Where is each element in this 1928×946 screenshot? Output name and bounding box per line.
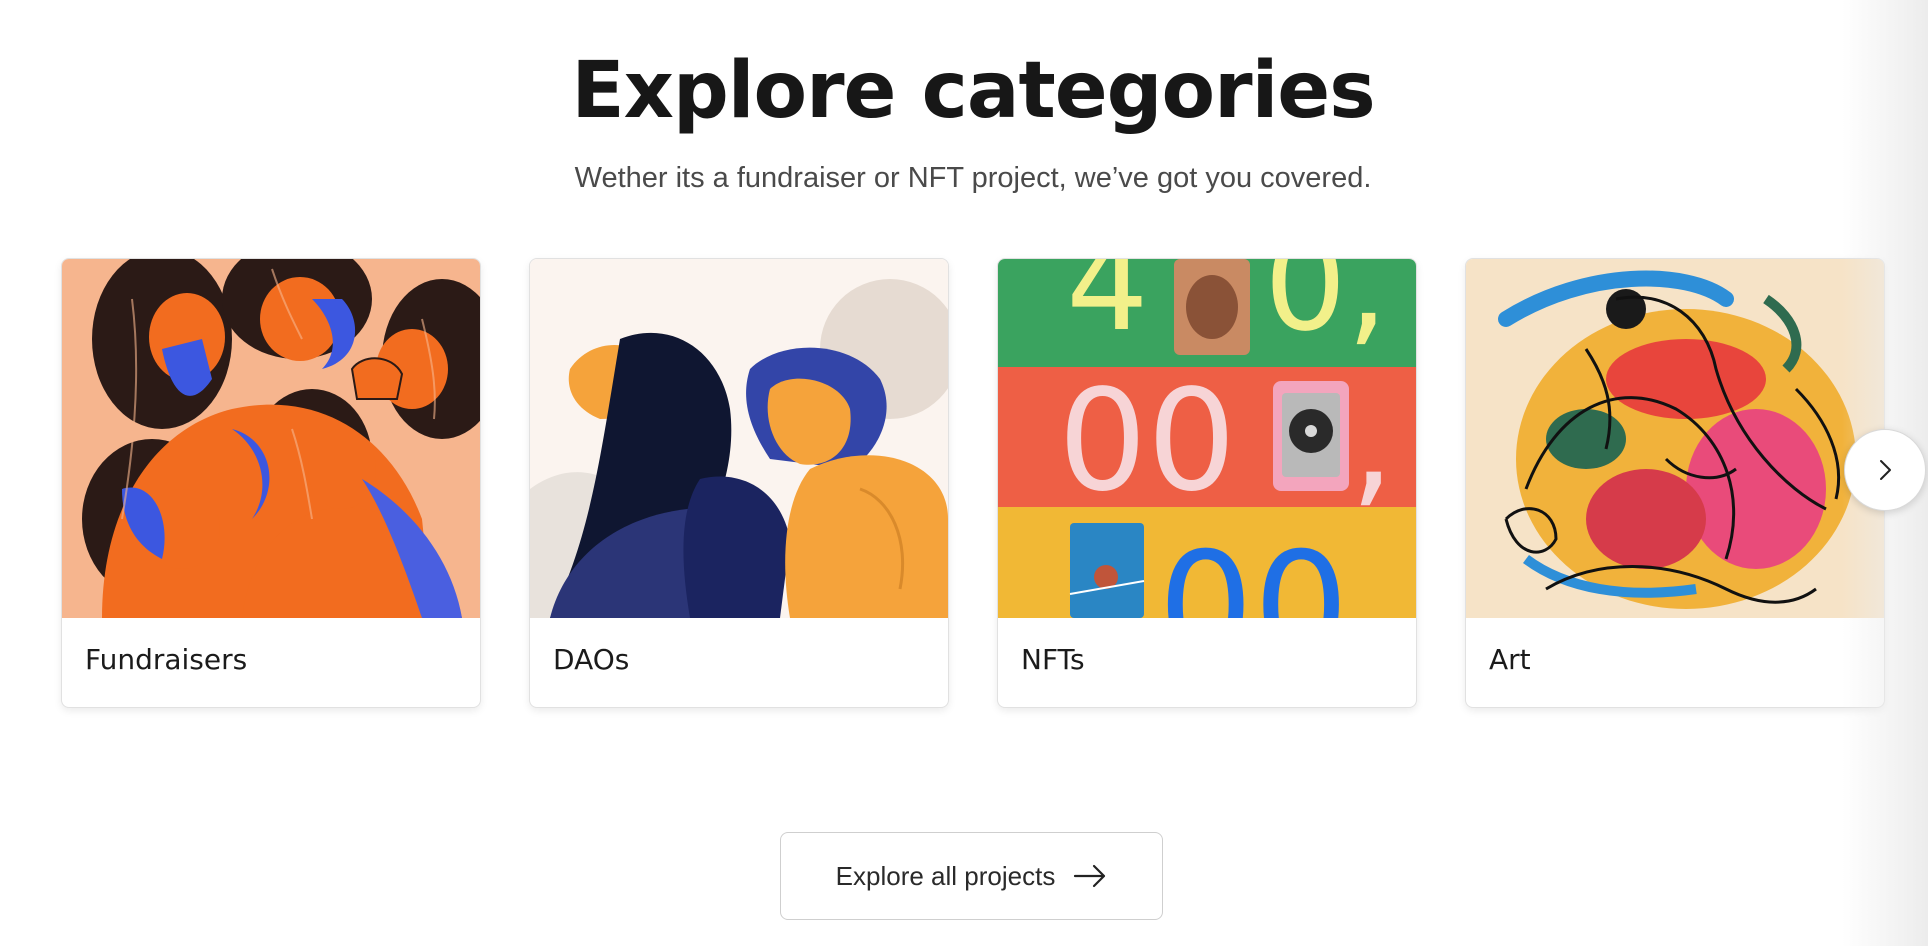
explore-all-projects-label: Explore all projects — [835, 860, 1056, 891]
daos-illustration — [530, 259, 948, 618]
nft-digit: 00 — [1058, 360, 1236, 523]
nft-digit: 0, — [1264, 259, 1388, 360]
category-label: NFTs — [1021, 643, 1085, 676]
carousel-next-button[interactable] — [1844, 429, 1926, 511]
art-illustration — [1466, 259, 1884, 618]
category-carousel: Fundraisers DAOs 4 0, 00 , 00 NFTs Art — [0, 0, 1928, 720]
arrow-right-icon — [1074, 864, 1106, 888]
fundraisers-illustration — [62, 259, 480, 618]
explore-all-projects-button[interactable]: Explore all projects — [780, 832, 1163, 920]
category-label: DAOs — [553, 643, 630, 676]
category-card-fundraisers[interactable]: Fundraisers — [61, 258, 481, 708]
nfts-illustration: 4 0, 00 , 00 — [998, 259, 1416, 618]
category-card-nfts[interactable]: 4 0, 00 , 00 NFTs — [997, 258, 1417, 708]
category-label: Fundraisers — [85, 643, 248, 676]
category-label: Art — [1489, 643, 1531, 676]
nft-digit: 00 — [1158, 521, 1349, 618]
category-card-daos[interactable]: DAOs — [529, 258, 949, 708]
category-card-art[interactable]: Art — [1465, 258, 1885, 708]
nft-digit: 4 — [1066, 259, 1149, 360]
chevron-right-icon — [1880, 460, 1891, 480]
nft-digit: , — [1350, 360, 1395, 523]
